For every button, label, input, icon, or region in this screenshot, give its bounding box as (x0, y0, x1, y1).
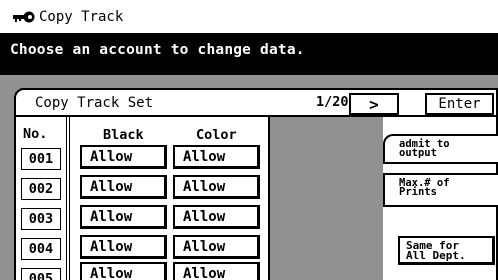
row-number: 005 (21, 268, 61, 280)
page-indicator: 1/20 (316, 94, 349, 110)
instruction-message: Choose an account to change data. (0, 33, 498, 75)
black-allow-button[interactable]: Allow (80, 262, 167, 280)
black-allow-button[interactable]: Allow (80, 205, 167, 229)
black-allow-button[interactable]: Allow (80, 145, 167, 169)
row-number: 003 (21, 208, 61, 230)
color-allow-button[interactable]: Allow (173, 205, 260, 229)
title-bar: Copy Track (0, 0, 498, 33)
enter-button[interactable]: Enter (425, 93, 494, 115)
panel-title: Copy Track Set (35, 95, 154, 111)
next-page-button[interactable]: > (349, 93, 399, 115)
column-header-black: Black (103, 127, 144, 143)
row-number: 002 (21, 178, 61, 200)
tab-label-line: Prints (399, 186, 437, 198)
grid-pattern-fill (268, 117, 383, 280)
button-label-line: All Dept. (406, 249, 466, 262)
row-number: 001 (21, 148, 61, 170)
black-allow-button[interactable]: Allow (80, 175, 167, 199)
black-allow-button[interactable]: Allow (80, 235, 167, 259)
column-divider (66, 117, 70, 280)
same-for-all-dept-button[interactable]: Same for All Dept. (398, 236, 495, 265)
column-header-color: Color (196, 127, 237, 143)
tab-max-prints[interactable]: Max.# of Prints (383, 173, 498, 207)
chevron-right-icon: > (369, 94, 379, 114)
number-column: No. 001 002 003 004 005 (18, 119, 63, 280)
panel-header: Copy Track Set 1/20 > Enter (16, 90, 498, 117)
color-allow-button[interactable]: Allow (173, 262, 260, 280)
tab-admit-to-output[interactable]: admit to output (383, 134, 498, 164)
color-allow-button[interactable]: Allow (173, 175, 260, 199)
color-allow-button[interactable]: Allow (173, 235, 260, 259)
column-header-no: No. (23, 126, 48, 142)
window-title: Copy Track (39, 8, 124, 25)
key-icon (13, 11, 35, 23)
tab-label-line: output (399, 147, 437, 159)
color-allow-button[interactable]: Allow (173, 145, 260, 169)
row-number: 004 (21, 238, 61, 260)
